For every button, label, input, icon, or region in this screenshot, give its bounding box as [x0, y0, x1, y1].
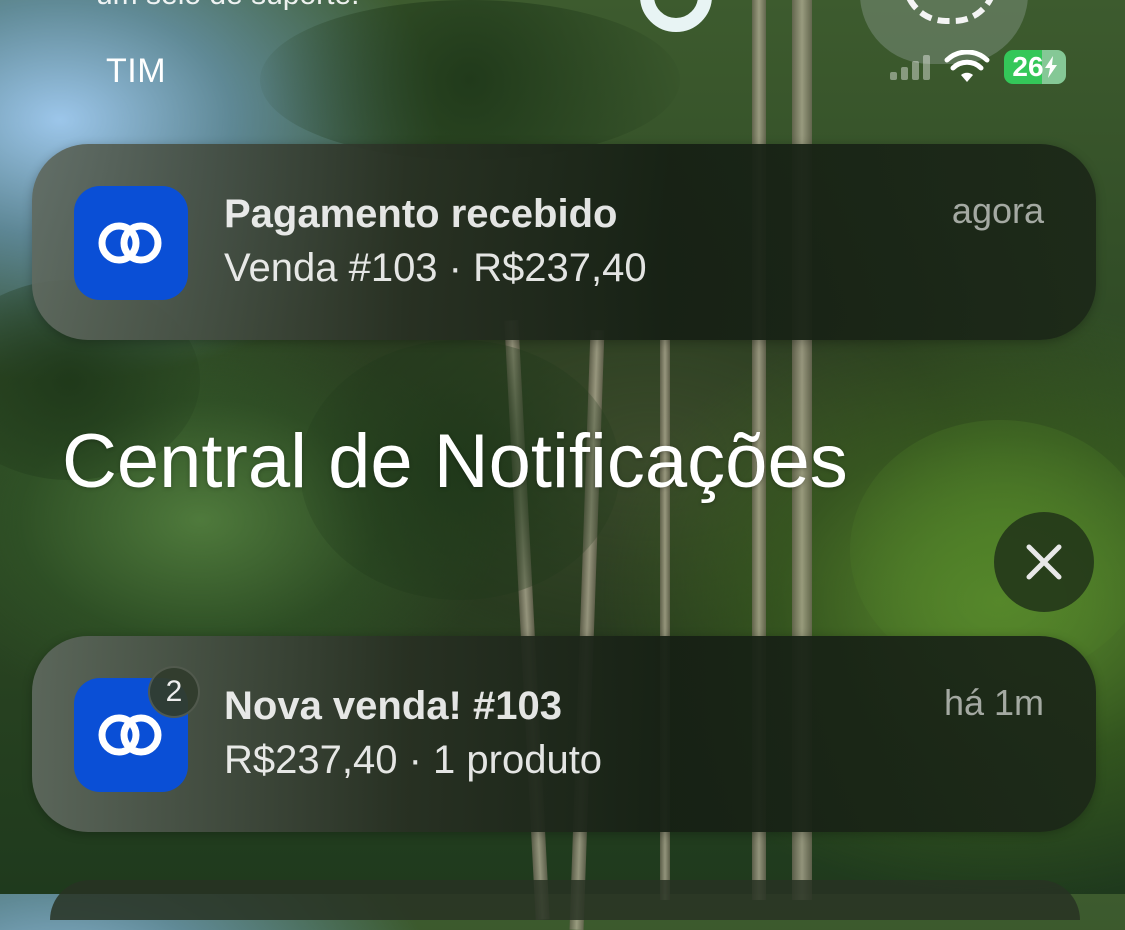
notification-time: agora: [951, 190, 1044, 231]
notification-body: Venda #103 · R$237,40: [224, 246, 647, 290]
battery-level: 26: [1012, 51, 1044, 82]
notification-center-title: Central de Notificações: [62, 419, 848, 504]
notification-group[interactable]: 2 Nova venda! #103 R$237,40 · 1 produto …: [32, 636, 1096, 832]
notification-title: Nova venda! #103: [224, 684, 562, 728]
cellular-signal-icon: [890, 54, 930, 80]
notification-count-badge: 2: [148, 666, 200, 718]
clear-notifications-button[interactable]: [994, 512, 1094, 612]
close-icon: [1026, 544, 1062, 580]
charging-bolt-icon: [1044, 56, 1057, 78]
partial-notification-text: um selo de suporte.: [96, 0, 359, 12]
stacked-notification-edge[interactable]: [50, 880, 1080, 920]
status-indicators: 26: [890, 50, 1066, 84]
camera-indicator: [640, 0, 712, 32]
notification-time: há 1m: [943, 682, 1044, 723]
wifi-icon: [944, 50, 990, 82]
linked-rings-icon: [74, 186, 188, 300]
notification-body: R$237,40 · 1 produto: [224, 738, 603, 782]
notification-title: Pagamento recebido: [224, 192, 618, 236]
carrier-label: TIM: [106, 52, 167, 90]
notification-banner[interactable]: Pagamento recebido Venda #103 · R$237,40…: [32, 144, 1096, 340]
battery-indicator: 26: [1004, 50, 1066, 84]
